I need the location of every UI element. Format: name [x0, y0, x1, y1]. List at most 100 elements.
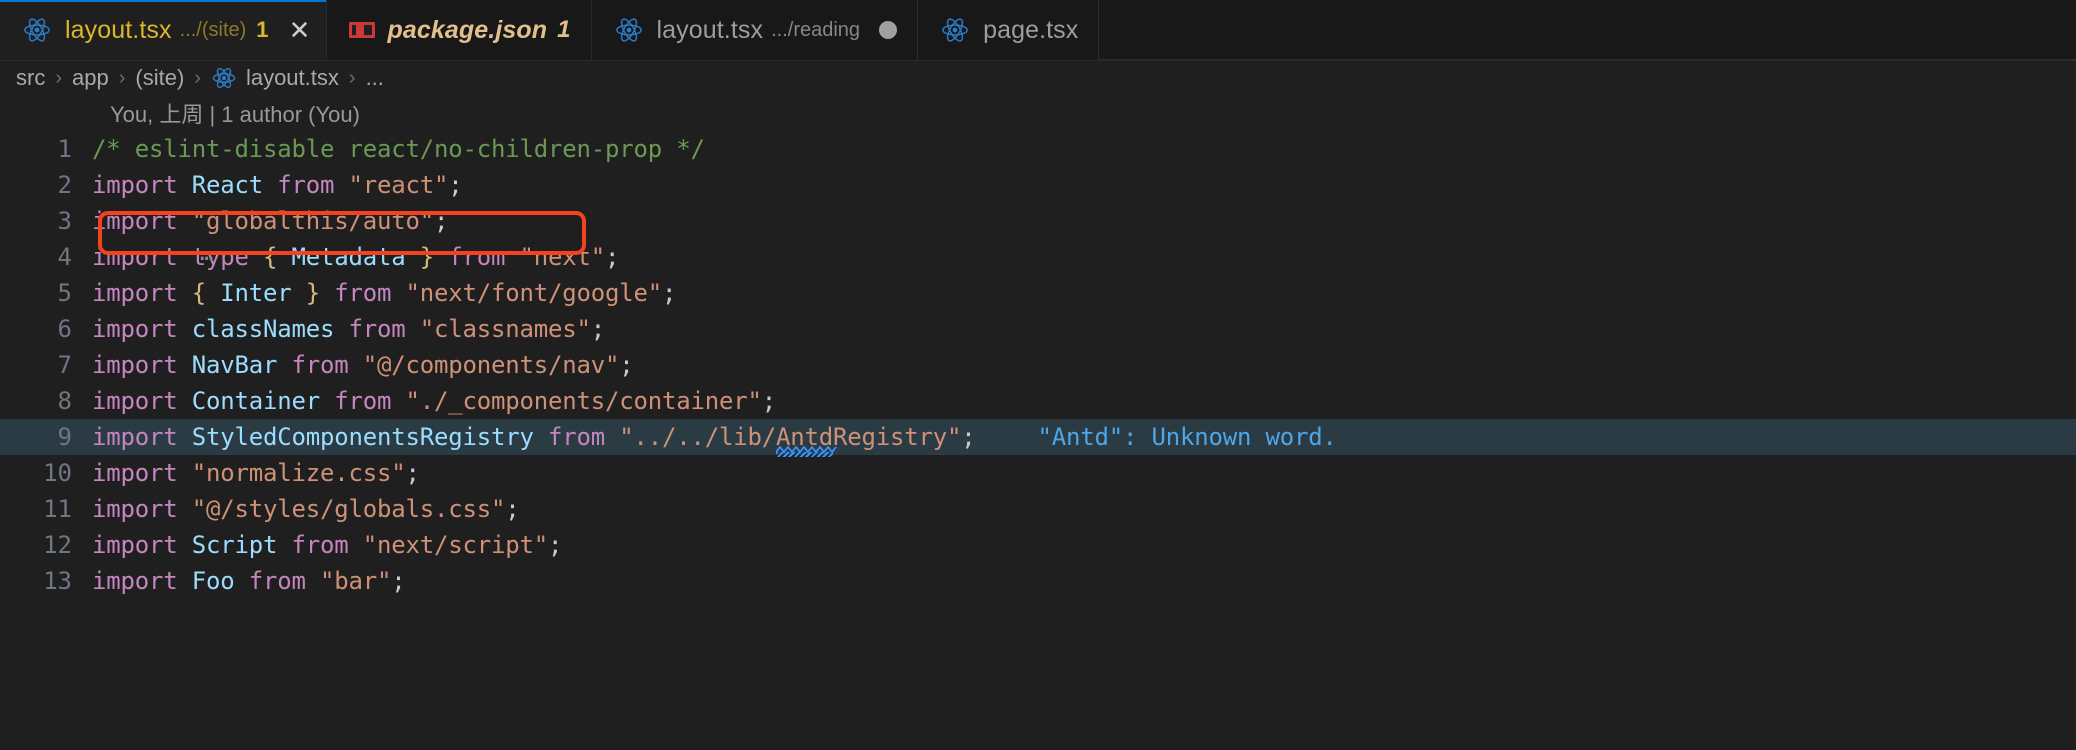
code-token: "next": [519, 243, 606, 271]
code-token: ;: [961, 423, 976, 451]
code-token: "react": [348, 171, 449, 199]
code-token: import: [92, 387, 192, 415]
code-token: from: [434, 243, 520, 271]
code-line[interactable]: 13 import Foo from "bar";: [0, 563, 2076, 599]
code-token: Inter: [206, 279, 306, 307]
code-token: Metadata: [277, 243, 420, 271]
react-icon: [940, 15, 970, 45]
line-number: 8: [57, 387, 72, 415]
code-editor[interactable]: You, 上周 | 1 author (You) 1 /* eslint-disa…: [0, 95, 2076, 750]
tab-badge: 1: [256, 17, 269, 42]
code-line[interactable]: 6 import classNames from "classnames";: [0, 311, 2076, 347]
close-icon[interactable]: ✕: [288, 17, 312, 43]
line-content: /* eslint-disable react/no-children-prop…: [92, 135, 2076, 163]
breadcrumb-item-src[interactable]: src: [16, 65, 45, 91]
line-number: 13: [43, 567, 72, 595]
code-token: ;: [505, 495, 520, 523]
breadcrumb-item-symbol[interactable]: ...: [366, 65, 384, 91]
chevron-right-icon: ›: [118, 66, 126, 89]
code-token: Foo: [191, 567, 235, 595]
spelling-error-token: Antd: [775, 423, 837, 454]
tab-layout-tsx-site[interactable]: layout.tsx .../(site) 1 ✕: [0, 0, 327, 60]
code-token: from: [234, 567, 320, 595]
line-content: import Container from "./_components/con…: [92, 387, 2076, 415]
code-line[interactable]: 2 import React from "react";: [0, 167, 2076, 203]
folded-code-indicator[interactable]: …: [200, 243, 214, 265]
code-token: ;: [761, 387, 776, 415]
chevron-right-icon: ›: [348, 66, 356, 89]
react-icon: [614, 15, 644, 45]
tab-description: .../reading: [771, 18, 861, 41]
line-content: import Foo from "bar";: [92, 567, 2076, 595]
line-number: 11: [43, 495, 72, 523]
code-token: NavBar: [191, 351, 278, 379]
code-line[interactable]: 11 import "@/styles/globals.css";: [0, 491, 2076, 527]
code-line[interactable]: 3 import "globalthis/auto";: [0, 203, 2076, 239]
tab-package-json[interactable]: package.json 1: [326, 0, 592, 60]
line-number: 7: [57, 351, 72, 379]
code-token: import: [92, 315, 192, 343]
line-number: 3: [57, 207, 72, 235]
code-token: {: [191, 279, 206, 307]
tab-badge: 1: [557, 16, 571, 43]
code-line[interactable]: 7 import NavBar from "@/components/nav";: [0, 347, 2076, 383]
line-content: import React from "react";: [92, 171, 2076, 199]
code-token: "@/components/nav": [362, 351, 620, 379]
code-token: "./_components/container": [405, 387, 762, 415]
code-token: import type: [92, 243, 263, 271]
code-line[interactable]: 9 import StyledComponentsRegistry from ".…: [0, 419, 2076, 455]
code-token: ;: [405, 459, 420, 487]
inline-error-message: "Antd": Unknown word.: [1037, 423, 1337, 451]
tab-label: package.json: [387, 15, 548, 44]
code-line[interactable]: 12 import Script from "next/script";: [0, 527, 2076, 563]
code-token: "../../lib/: [619, 423, 776, 451]
code-token: from: [320, 279, 406, 307]
breadcrumb-item-app[interactable]: app: [72, 65, 109, 91]
unsaved-dot-icon[interactable]: [879, 21, 898, 39]
code-token: {: [263, 243, 278, 271]
code-token: ;: [391, 567, 406, 595]
code-token: from: [263, 171, 349, 199]
code-token: import: [92, 531, 192, 559]
code-token: classNames: [191, 315, 335, 343]
code-token: ;: [605, 243, 620, 271]
code-token: }: [305, 279, 320, 307]
breadcrumb-item-layout-tsx[interactable]: layout.tsx: [246, 65, 339, 91]
tab-description: .../(site): [179, 18, 247, 41]
code-token: import: [92, 279, 192, 307]
code-line[interactable]: 4 import type { Metadata } from "next";: [0, 239, 2076, 275]
code-line[interactable]: 10 import "normalize.css";: [0, 455, 2076, 491]
line-content: import "@/styles/globals.css";: [92, 495, 2076, 523]
line-number: 10: [43, 459, 72, 487]
code-token: }: [419, 243, 434, 271]
code-line[interactable]: 5 import { Inter } from "next/font/google…: [0, 275, 2076, 311]
line-number: 4: [57, 243, 72, 271]
code-token: import: [92, 207, 192, 235]
code-lens-authors[interactable]: You, 上周 | 1 author (You): [110, 97, 360, 129]
line-number: 1: [57, 135, 72, 163]
code-token: import: [92, 495, 192, 523]
breadcrumb-item-site[interactable]: (site): [135, 65, 184, 91]
chevron-right-icon: ›: [55, 66, 62, 89]
code-line[interactable]: 1 /* eslint-disable react/no-children-pro…: [0, 131, 2076, 167]
line-content: import classNames from "classnames";: [92, 315, 2076, 343]
code-line[interactable]: 8 import Container from "./_components/co…: [0, 383, 2076, 419]
code-token: ;: [590, 315, 605, 343]
tab-page-tsx[interactable]: page.tsx: [918, 0, 1100, 60]
code-token: "classnames": [419, 315, 591, 343]
npm-icon: [348, 22, 375, 38]
react-icon: [22, 15, 52, 45]
tab-label: layout.tsx: [656, 15, 764, 44]
code-token: ;: [662, 279, 677, 307]
code-token: "globalthis/auto": [191, 207, 434, 235]
line-number: 5: [57, 279, 72, 307]
line-content: import StyledComponentsRegistry from "..…: [92, 423, 2076, 454]
chevron-right-icon: ›: [194, 66, 201, 89]
tab-layout-tsx-reading[interactable]: layout.tsx .../reading: [591, 0, 919, 60]
code-token: import: [92, 423, 192, 451]
line-content: import NavBar from "@/components/nav";: [92, 351, 2076, 379]
code-token: from: [533, 423, 620, 451]
tab-label: page.tsx: [983, 15, 1079, 44]
code-token: "next/font/google": [405, 279, 663, 307]
line-number: 6: [57, 315, 72, 343]
